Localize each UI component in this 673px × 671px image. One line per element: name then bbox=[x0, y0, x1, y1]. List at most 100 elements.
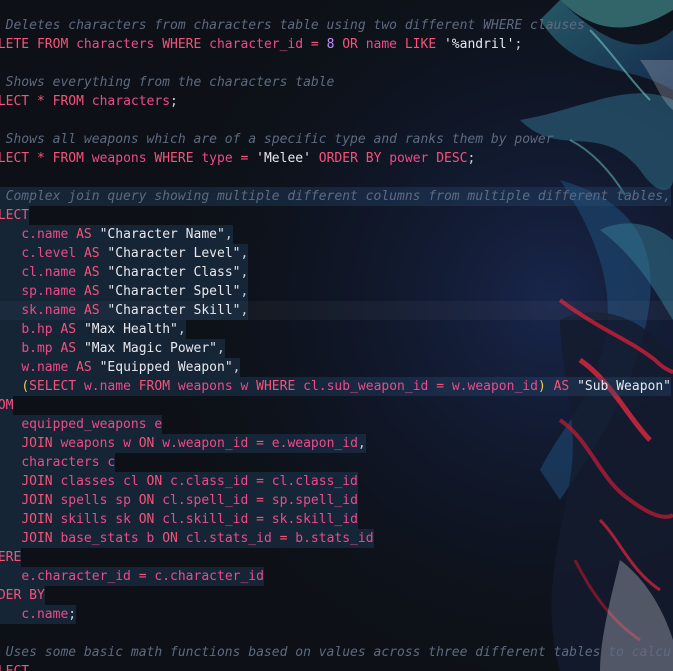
code-token: , bbox=[240, 303, 249, 318]
code-token: power bbox=[389, 151, 437, 166]
code-token: sp.name bbox=[21, 284, 84, 299]
code-line[interactable]: - Uses some basic math functions based o… bbox=[0, 643, 673, 662]
code-line[interactable]: w.name AS "Equipped Weapon", bbox=[0, 358, 241, 377]
code-token: ON bbox=[138, 512, 163, 527]
code-line[interactable]: sk.name AS "Character Skill", bbox=[0, 301, 249, 320]
code-token: = bbox=[138, 569, 155, 584]
code-token: base_stats b bbox=[60, 531, 163, 546]
code-token: "Sub Weapon" bbox=[577, 379, 671, 394]
code-line[interactable]: ELECT * FROM characters; bbox=[0, 92, 178, 111]
code-line[interactable]: ELECT bbox=[0, 206, 30, 225]
code-line[interactable]: cl.name AS "Character Class", bbox=[0, 263, 249, 282]
code-line[interactable]: - Deletes characters from characters tab… bbox=[0, 16, 585, 35]
code-token: c.class_id bbox=[170, 474, 257, 489]
code-token: = bbox=[279, 531, 296, 546]
code-line[interactable]: b.mp AS "Max Magic Power", bbox=[0, 339, 225, 358]
code-token: JOIN bbox=[21, 436, 61, 451]
code-token: AS bbox=[60, 322, 84, 337]
code-token: AS bbox=[83, 246, 108, 261]
code-token: b.stats_id bbox=[295, 531, 374, 546]
code-line[interactable]: characters c bbox=[0, 453, 116, 472]
code-line[interactable]: (SELECT w.name FROM weapons w WHERE cl.s… bbox=[0, 377, 671, 396]
code-token: sk.skill_id bbox=[271, 512, 358, 527]
code-token: FROM bbox=[52, 151, 92, 166]
code-token: "Character Class" bbox=[107, 265, 241, 280]
code-token: "Max Health" bbox=[83, 322, 178, 337]
code-token: , bbox=[177, 322, 186, 337]
code-line[interactable]: b.hp AS "Max Health", bbox=[0, 320, 186, 339]
code-line[interactable]: sp.name AS "Character Spell", bbox=[0, 282, 249, 301]
code-line[interactable]: RDER BY bbox=[0, 586, 45, 605]
code-line[interactable]: ROM bbox=[0, 396, 14, 415]
code-token: "Equipped Weapon" bbox=[99, 360, 233, 375]
code-token: ; bbox=[467, 151, 476, 166]
code-token: * bbox=[36, 94, 53, 109]
code-line[interactable]: equipped_weapons e bbox=[0, 415, 163, 434]
code-token: ) bbox=[537, 379, 554, 394]
code-token: w.name bbox=[21, 360, 77, 375]
code-token: cl.class_id bbox=[271, 474, 358, 489]
code-token: equipped_weapons e bbox=[21, 417, 163, 432]
code-token: e.weapon_id bbox=[271, 436, 358, 451]
code-line[interactable]: JOIN base_stats b ON cl.stats_id = b.sta… bbox=[0, 529, 374, 548]
code-line[interactable]: - Shows everything from the characters t… bbox=[0, 73, 335, 92]
code-token: "Character Spell" bbox=[107, 284, 241, 299]
code-token: ON bbox=[162, 531, 186, 546]
code-token: character_id bbox=[209, 37, 311, 52]
code-line[interactable]: ELECT bbox=[0, 662, 29, 671]
code-token: ( bbox=[21, 379, 30, 394]
code-token: WHERE bbox=[256, 379, 304, 394]
code-line[interactable]: ELETE FROM characters WHERE character_id… bbox=[0, 35, 522, 54]
code-line[interactable]: JOIN weapons w ON w.weapon_id = e.weapon… bbox=[0, 434, 366, 453]
code-token: ELECT bbox=[0, 664, 29, 671]
code-token: "Character Name" bbox=[99, 227, 225, 242]
code-token: = bbox=[256, 512, 272, 527]
code-token: weapons w bbox=[60, 436, 139, 451]
code-line[interactable]: c.name; bbox=[0, 605, 77, 624]
code-token: characters c bbox=[21, 455, 116, 470]
code-comment: - Deletes characters from characters tab… bbox=[0, 18, 585, 33]
code-token: ; bbox=[170, 94, 178, 109]
code-line[interactable]: JOIN skills sk ON cl.skill_id = sk.skill… bbox=[0, 510, 358, 529]
code-token: b.hp bbox=[21, 322, 61, 337]
code-token: AS bbox=[76, 227, 100, 242]
code-line[interactable]: JOIN spells sp ON cl.spell_id = sp.spell… bbox=[0, 491, 358, 510]
code-token: , bbox=[224, 227, 233, 242]
code-line[interactable]: JOIN classes cl ON c.class_id = cl.class… bbox=[0, 472, 358, 491]
code-token: WHERE bbox=[162, 37, 210, 52]
code-token: ON bbox=[146, 474, 171, 489]
code-line[interactable]: HERE bbox=[0, 548, 22, 567]
code-line[interactable]: c.name AS "Character Name", bbox=[0, 225, 233, 244]
code-token: = bbox=[256, 436, 272, 451]
code-token: = bbox=[256, 493, 272, 508]
code-token: , bbox=[217, 341, 225, 356]
code-line[interactable]: c.level AS "Character Level", bbox=[0, 244, 249, 263]
code-token: sp.spell_id bbox=[271, 493, 358, 508]
code-token: = bbox=[436, 379, 452, 394]
code-token: ELECT bbox=[0, 94, 30, 109]
code-token: 8 bbox=[326, 37, 343, 52]
code-token: , bbox=[240, 284, 249, 299]
code-line[interactable]: e.character_id = c.character_id bbox=[0, 567, 264, 586]
code-token: name bbox=[365, 37, 405, 52]
code-token: RDER BY bbox=[0, 588, 45, 603]
code-token: SELECT bbox=[29, 379, 84, 394]
code-token: = bbox=[256, 474, 272, 489]
code-token: FROM bbox=[52, 94, 92, 109]
code-token: , bbox=[240, 265, 249, 280]
code-line[interactable]: - Complex join query showing multiple di… bbox=[0, 187, 671, 206]
code-token: LIKE bbox=[404, 37, 444, 52]
code-line[interactable]: - Shows all weapons which are of a speci… bbox=[0, 130, 554, 149]
code-token: JOIN bbox=[21, 493, 61, 508]
code-line[interactable]: ELECT * FROM weapons WHERE type = 'Melee… bbox=[0, 149, 475, 168]
sql-code-editor[interactable]: - Deletes characters from characters tab… bbox=[0, 0, 673, 671]
